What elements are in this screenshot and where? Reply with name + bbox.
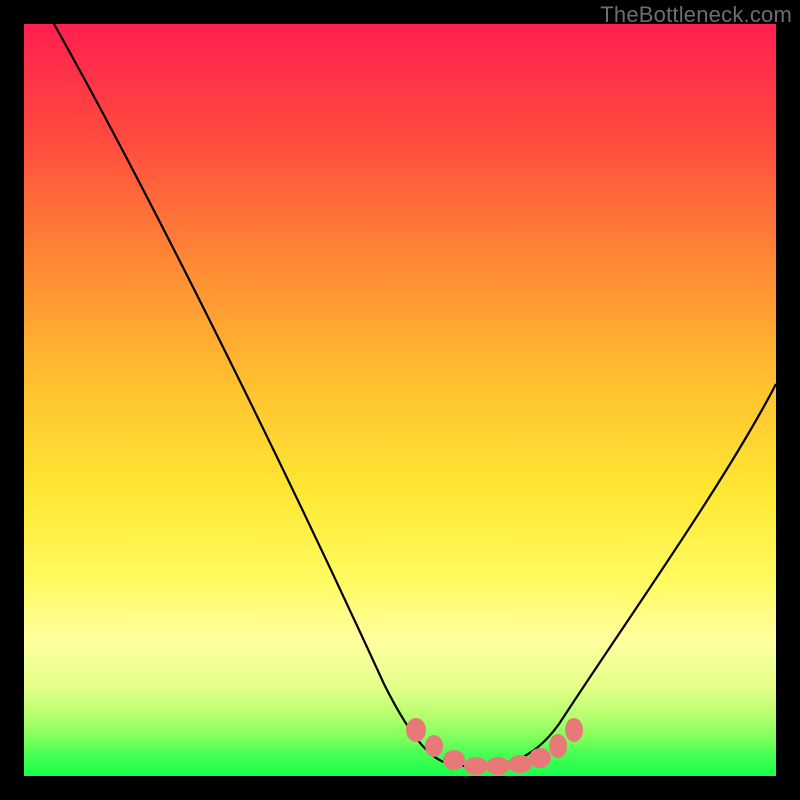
marker (406, 718, 426, 742)
chart-frame: TheBottleneck.com (0, 0, 800, 800)
watermark-text: TheBottleneck.com (600, 2, 792, 28)
marker (486, 757, 510, 775)
marker (443, 750, 465, 770)
marker (464, 757, 488, 775)
marker (549, 734, 567, 758)
bottleneck-curve (54, 24, 776, 766)
plot-area (24, 24, 776, 776)
marker (529, 748, 551, 768)
marker (425, 735, 443, 757)
curve-layer (24, 24, 776, 776)
marker (508, 755, 532, 773)
marker (565, 718, 583, 742)
